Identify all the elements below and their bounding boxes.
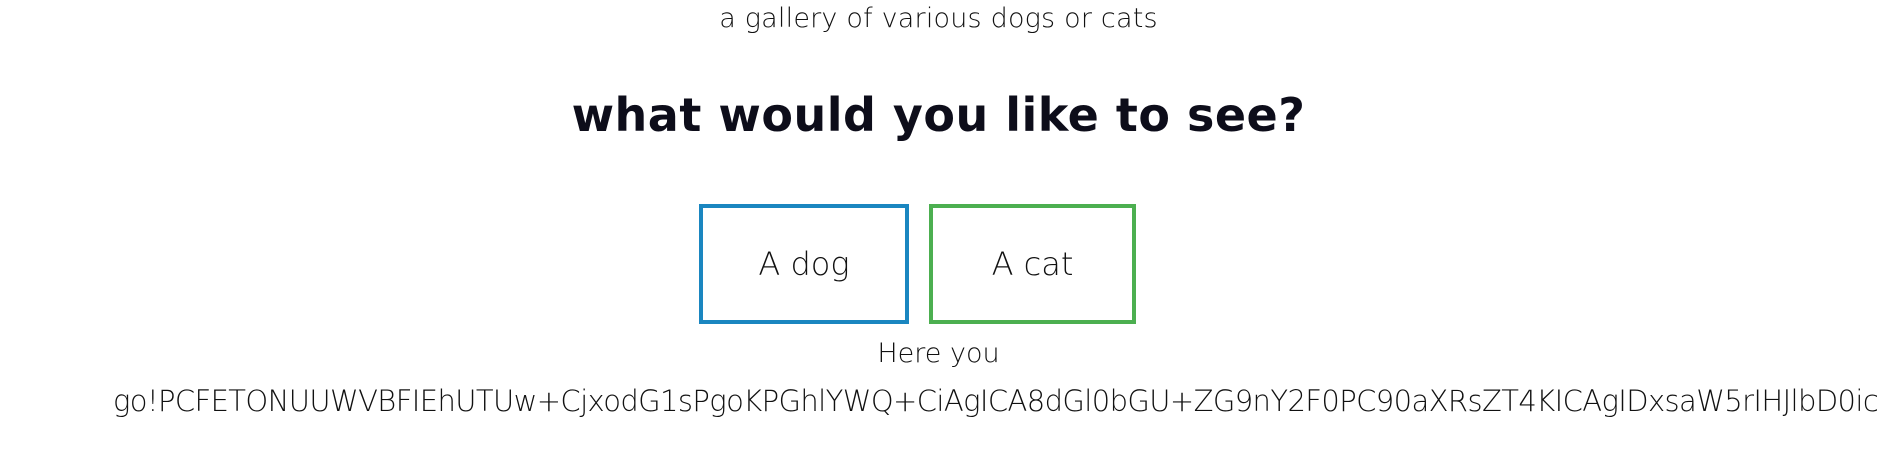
page: a gallery of various dogs or cats what w… xyxy=(0,0,1877,475)
dog-button-label: A dog xyxy=(758,245,850,283)
result-caption: Here you xyxy=(877,338,1000,369)
page-title: what would you like to see? xyxy=(571,88,1306,142)
cat-button-label: A cat xyxy=(991,245,1074,283)
encoded-output-text: go!PCFETONUUWVBFIEhUTUw+CjxodG1sPgoKPGhl… xyxy=(113,384,1877,418)
dog-button[interactable]: A dog xyxy=(699,204,909,324)
choice-buttons: A dog A cat xyxy=(699,204,1136,324)
page-subtitle: a gallery of various dogs or cats xyxy=(719,3,1158,34)
cat-button[interactable]: A cat xyxy=(929,204,1136,324)
